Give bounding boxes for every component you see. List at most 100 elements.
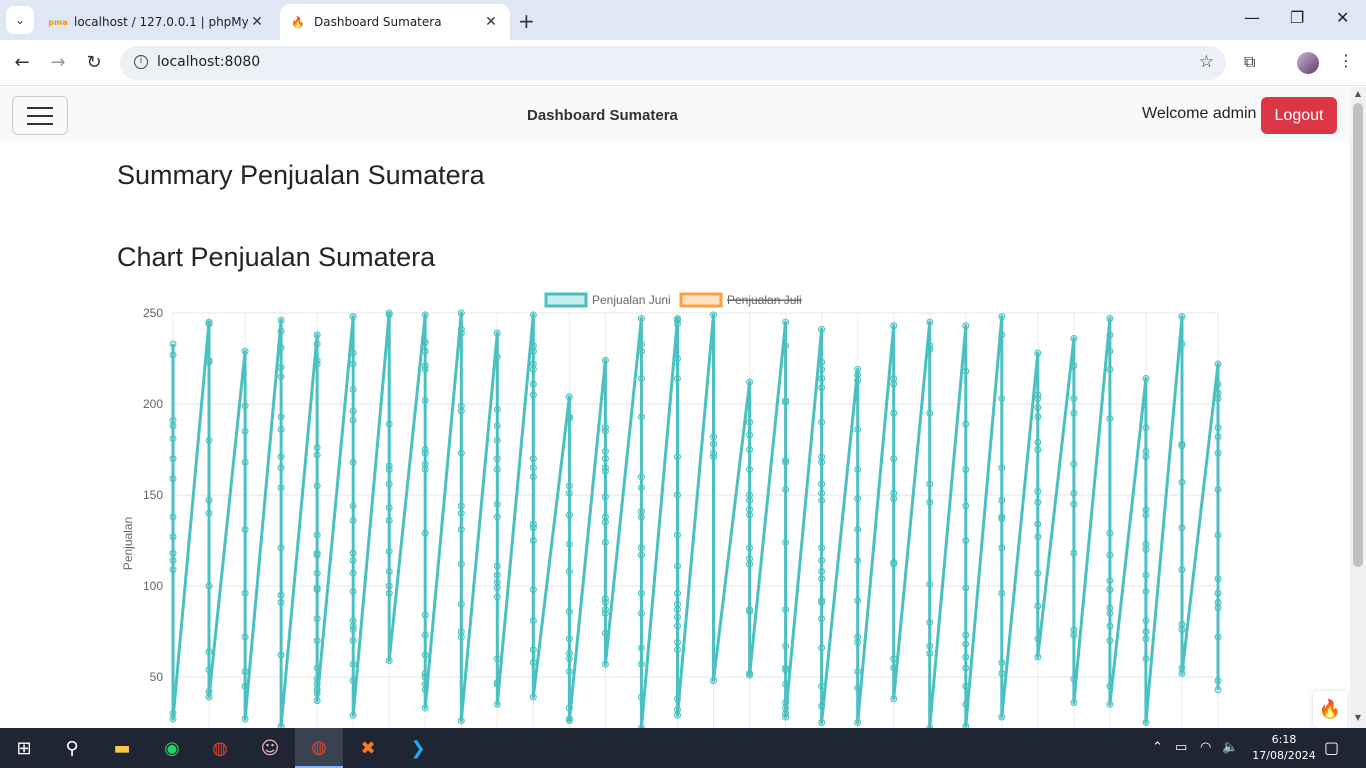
data-point: [493, 655, 501, 663]
profile-avatar[interactable]: [1297, 52, 1319, 74]
data-point: [529, 311, 537, 319]
bookmark-star-icon[interactable]: ☆: [1199, 52, 1214, 72]
data-point: [169, 455, 177, 463]
scroll-down-icon[interactable]: ▼: [1350, 713, 1366, 722]
data-point: [746, 607, 754, 615]
notifications-icon[interactable]: ▢: [1324, 738, 1339, 757]
xampp-icon[interactable]: ✖: [344, 728, 392, 768]
data-point: [818, 682, 826, 690]
data-point: [962, 420, 970, 428]
navbar: Dashboard Sumatera Welcome admin Logout: [0, 87, 1350, 143]
data-point: [457, 329, 465, 337]
data-point: [277, 591, 285, 599]
address-bar[interactable]: i localhost:8080 ☆: [120, 46, 1226, 80]
hamburger-icon-bar: [27, 122, 53, 125]
data-point: [205, 496, 213, 504]
sidebar-toggle-button[interactable]: [12, 96, 68, 135]
data-point: [421, 347, 429, 355]
data-point: [1106, 551, 1114, 559]
more-menu-icon[interactable]: ⋮: [1338, 51, 1354, 70]
data-point: [818, 719, 826, 726]
new-tab-icon[interactable]: +: [518, 9, 535, 33]
flame-icon: 🔥: [291, 15, 305, 29]
data-point: [890, 695, 898, 703]
tab-phpmyadmin[interactable]: pma localhost / 127.0.0.1 | phpMyAd ✕: [40, 4, 276, 40]
data-point: [746, 496, 754, 504]
data-point: [169, 715, 177, 723]
data-point: [601, 455, 609, 463]
data-point: [818, 489, 826, 497]
battery-icon[interactable]: ▭: [1175, 740, 1187, 755]
app-avatar-icon[interactable]: ☺: [246, 728, 294, 768]
url-text[interactable]: localhost:8080: [157, 54, 260, 70]
file-explorer-icon[interactable]: ▬: [98, 728, 146, 768]
restore-icon[interactable]: ❐: [1290, 8, 1304, 27]
reload-icon[interactable]: ↻: [82, 52, 106, 73]
legend-swatch-juli: [679, 292, 723, 308]
data-point: [205, 666, 213, 674]
chrome-active-icon[interactable]: ◍: [295, 728, 343, 768]
data-point: [241, 526, 249, 534]
info-icon[interactable]: i: [134, 55, 148, 69]
sales-chart: 50 100 150 200 250 Penjualan Penjualan Juni Pen…: [110, 284, 1240, 728]
data-point: [673, 491, 681, 499]
data-point: [349, 549, 357, 557]
data-point: [1106, 682, 1114, 690]
summary-title: Summary Penjualan Sumatera: [117, 160, 485, 190]
data-point: [241, 682, 249, 690]
windows-start-icon[interactable]: ⊞: [0, 728, 48, 768]
data-point: [890, 322, 898, 330]
data-point: [926, 498, 934, 506]
data-point: [854, 557, 862, 565]
data-point: [962, 664, 970, 672]
close-icon[interactable]: ✕: [482, 14, 500, 30]
tab-search-button[interactable]: ⌄: [6, 6, 34, 34]
clock[interactable]: 6:18 17/08/2024: [1244, 732, 1324, 764]
data-point: [493, 571, 501, 579]
data-point: [493, 500, 501, 508]
minimize-icon[interactable]: —: [1244, 8, 1260, 27]
back-arrow-icon[interactable]: ←: [10, 52, 34, 73]
data-point: [1106, 700, 1114, 708]
window-close-icon[interactable]: ✕: [1336, 8, 1349, 27]
data-point: [313, 551, 321, 559]
wifi-icon[interactable]: ◠: [1200, 740, 1211, 755]
data-point: [673, 613, 681, 621]
data-point: [782, 666, 790, 674]
tab-dashboard-sumatera[interactable]: 🔥 Dashboard Sumatera ✕: [280, 4, 510, 40]
volume-icon[interactable]: 🔈: [1222, 740, 1238, 755]
data-point: [493, 593, 501, 601]
data-point: [385, 516, 393, 524]
whatsapp-icon[interactable]: ◉: [148, 728, 196, 768]
data-point: [421, 338, 429, 346]
extensions-icon[interactable]: ⧉: [1244, 52, 1255, 72]
data-point: [1070, 500, 1078, 508]
logout-button[interactable]: Logout: [1261, 97, 1337, 134]
forward-arrow-icon[interactable]: →: [46, 52, 70, 73]
vscode-icon[interactable]: ❯: [394, 728, 442, 768]
data-point: [673, 606, 681, 614]
search-icon[interactable]: ⚲: [48, 728, 96, 768]
data-point: [673, 589, 681, 597]
data-point: [421, 686, 429, 694]
chrome-icon[interactable]: ◍: [196, 728, 244, 768]
flame-badge-icon[interactable]: 🔥: [1313, 691, 1347, 728]
data-point: [1142, 453, 1150, 461]
data-point: [313, 331, 321, 339]
chevron-up-icon[interactable]: ⌃: [1152, 740, 1163, 755]
data-point: [637, 375, 645, 383]
scroll-up-icon[interactable]: ▲: [1350, 89, 1366, 98]
data-point: [962, 537, 970, 544]
page-scrollbar[interactable]: ▲ ▼: [1350, 87, 1366, 728]
y-tick-label: 250: [143, 306, 163, 320]
data-point: [1034, 533, 1042, 541]
close-icon[interactable]: ✕: [248, 14, 266, 30]
data-point: [1070, 698, 1078, 706]
data-point: [205, 320, 213, 328]
legend-label-juni: Penjualan Juni: [592, 293, 671, 307]
scrollbar-thumb[interactable]: [1353, 103, 1363, 567]
data-point: [890, 455, 898, 463]
data-point: [854, 684, 862, 692]
navbar-brand[interactable]: Dashboard Sumatera: [527, 107, 678, 124]
data-point: [601, 518, 609, 526]
